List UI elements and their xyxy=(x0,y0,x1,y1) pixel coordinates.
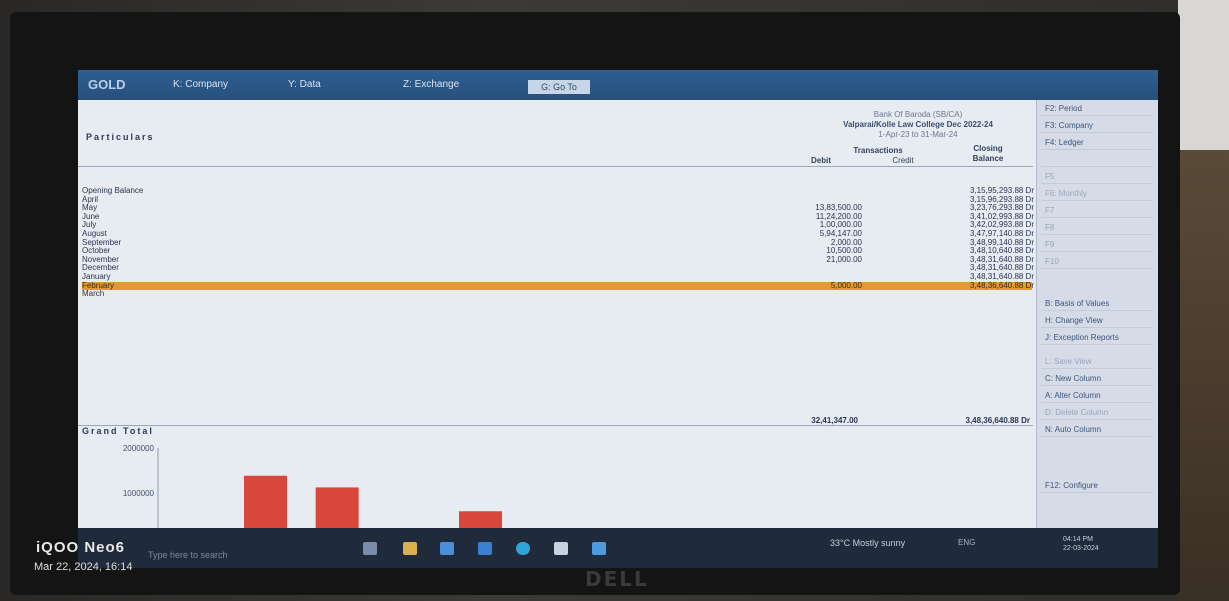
balance-header: Balance xyxy=(972,154,1004,163)
side-button[interactable]: F2: Period xyxy=(1041,102,1153,116)
monthly-summary-table: Opening Balance 3,15,95,293.88 Dr April 3,1… xyxy=(82,186,1034,299)
app-logo: GOLD xyxy=(88,77,126,92)
side-button[interactable]: F10 xyxy=(1041,255,1153,269)
y-tick-label: 2000000 xyxy=(123,444,155,453)
side-button[interactable]: B: Basis of Values xyxy=(1041,297,1153,311)
table-row[interactable]: July 1,00,000.00 3,42,02,993.88 Dr xyxy=(82,221,1034,230)
store-icon[interactable] xyxy=(440,542,454,555)
weather-widget[interactable]: 33°C Mostly sunny xyxy=(830,538,905,548)
table-row[interactable]: March xyxy=(82,290,1032,299)
tally-window: GOLD K: Company Y: Data Z: Exchange G: G… xyxy=(78,70,1158,568)
credit-header: Credit xyxy=(892,156,914,165)
row-debit: 5,000.00 xyxy=(830,280,862,290)
row-name: March xyxy=(82,289,105,299)
camera-watermark-device: iQOO Neo6 xyxy=(36,539,126,556)
debit-header: Debit xyxy=(811,156,831,165)
total-divider xyxy=(78,425,1033,426)
y-tick-label: 1000000 xyxy=(123,489,155,498)
file-explorer-icon[interactable] xyxy=(403,542,417,555)
side-button[interactable]: F6: Monthly xyxy=(1041,187,1153,201)
goto-button[interactable]: G: Go To xyxy=(528,80,590,94)
report-ledger-name: Bank Of Baroda (SB/CA) xyxy=(873,110,963,119)
clock-date: 22-03-2024 xyxy=(1063,545,1099,552)
transactions-header: Transactions xyxy=(853,146,903,155)
side-button[interactable]: F8 xyxy=(1041,221,1153,235)
side-button[interactable]: F7 xyxy=(1041,204,1153,218)
clock-time: 04:14 PM xyxy=(1063,536,1093,543)
side-button[interactable]: C: New Column xyxy=(1041,372,1153,386)
side-button[interactable]: F12: Configure xyxy=(1041,479,1153,493)
table-row[interactable]: October 10,500.00 3,48,10,640.88 Dr xyxy=(82,247,1034,256)
grand-total-closing: 3,48,36,640.88 Dr xyxy=(965,416,1031,425)
report-title: Bank Of Baroda (SB/CA) Valparai/Kolle La… xyxy=(798,110,1038,140)
table-row[interactable]: Opening Balance 3,15,95,293.88 Dr xyxy=(82,186,1034,196)
side-button[interactable]: F3: Company xyxy=(1041,119,1153,133)
mail-icon[interactable] xyxy=(478,542,492,555)
side-button[interactable]: F4: Ledger xyxy=(1041,136,1153,150)
table-row[interactable]: June 11,24,200.00 3,41,02,993.88 Dr xyxy=(82,212,1034,222)
report-company-name: Valparai/Kolle Law College Dec 2022-24 xyxy=(843,120,993,129)
side-button[interactable]: D: Delete Column xyxy=(1041,406,1153,420)
row-debit: 21,000.00 xyxy=(826,254,862,264)
task-view-icon[interactable] xyxy=(363,542,377,555)
camera-watermark-date: Mar 22, 2024, 16:14 xyxy=(34,561,133,573)
taskbar-clock[interactable]: 04:14 PM 22-03-2024 xyxy=(1063,535,1099,553)
table-row[interactable]: April 3,15,96,293.88 Dr xyxy=(82,195,1034,205)
table-row[interactable]: November 21,000.00 3,48,31,640.88 Dr xyxy=(82,254,1034,265)
closing-header: Closing xyxy=(973,144,1003,153)
side-button[interactable]: J: Exception Reports xyxy=(1041,331,1153,345)
app-icon[interactable] xyxy=(592,542,606,555)
windows-taskbar: Type here to search 33°C Mostly sunny EN… xyxy=(78,528,1158,568)
menu-exchange[interactable]: Z: Exchange xyxy=(403,79,459,90)
tally-app-icon[interactable] xyxy=(554,542,568,555)
taskbar-search[interactable]: Type here to search xyxy=(148,550,228,560)
table-row[interactable]: January 3,48,31,640.88 Dr xyxy=(82,272,1034,282)
side-button[interactable]: H: Change View xyxy=(1041,314,1153,328)
side-button[interactable]: A: Alter Column xyxy=(1041,389,1153,403)
table-row[interactable]: February 5,000.00 3,48,36,640.88 Dr xyxy=(82,280,1034,291)
table-row[interactable]: September 2,000.00 3,48,99,140.88 Dr xyxy=(82,238,1034,248)
table-row[interactable]: May 13,83,500.00 3,23,76,293.88 Dr xyxy=(82,204,1034,213)
particulars-header: Particulars xyxy=(86,132,155,142)
desk-edge xyxy=(1178,150,1229,601)
grand-total-label: Grand Total xyxy=(82,426,154,436)
side-button[interactable]: L: Save View xyxy=(1041,355,1153,369)
menu-company[interactable]: K: Company xyxy=(173,79,228,90)
grand-total-debit: 32,41,347.00 xyxy=(811,416,858,425)
top-menu-bar: GOLD K: Company Y: Data Z: Exchange G: G… xyxy=(78,70,1158,100)
side-button[interactable]: N: Auto Column xyxy=(1041,423,1153,437)
side-button[interactable]: F9 xyxy=(1041,238,1153,252)
wall-area xyxy=(1178,0,1229,150)
tray-language[interactable]: ENG xyxy=(958,538,975,547)
row-closing: 3,48,36,640.88 Dr xyxy=(969,280,1034,290)
monitor-logo: DELL xyxy=(585,567,649,591)
menu-data[interactable]: Y: Data xyxy=(288,79,321,90)
edge-browser-icon[interactable] xyxy=(516,542,530,555)
side-button[interactable] xyxy=(1041,153,1153,167)
table-row[interactable]: August 5,94,147.00 3,47,97,140.88 Dr xyxy=(82,229,1034,239)
header-divider xyxy=(78,166,1033,167)
button-panel: F2: Period F3: Company F4: Ledger F5 F6: Mon… xyxy=(1036,100,1158,568)
side-button[interactable]: F5 xyxy=(1041,170,1153,184)
report-period: 1-Apr-23 to 31-Mar-24 xyxy=(878,130,958,139)
table-row[interactable]: December 3,48,31,640.88 Dr xyxy=(82,264,1034,273)
